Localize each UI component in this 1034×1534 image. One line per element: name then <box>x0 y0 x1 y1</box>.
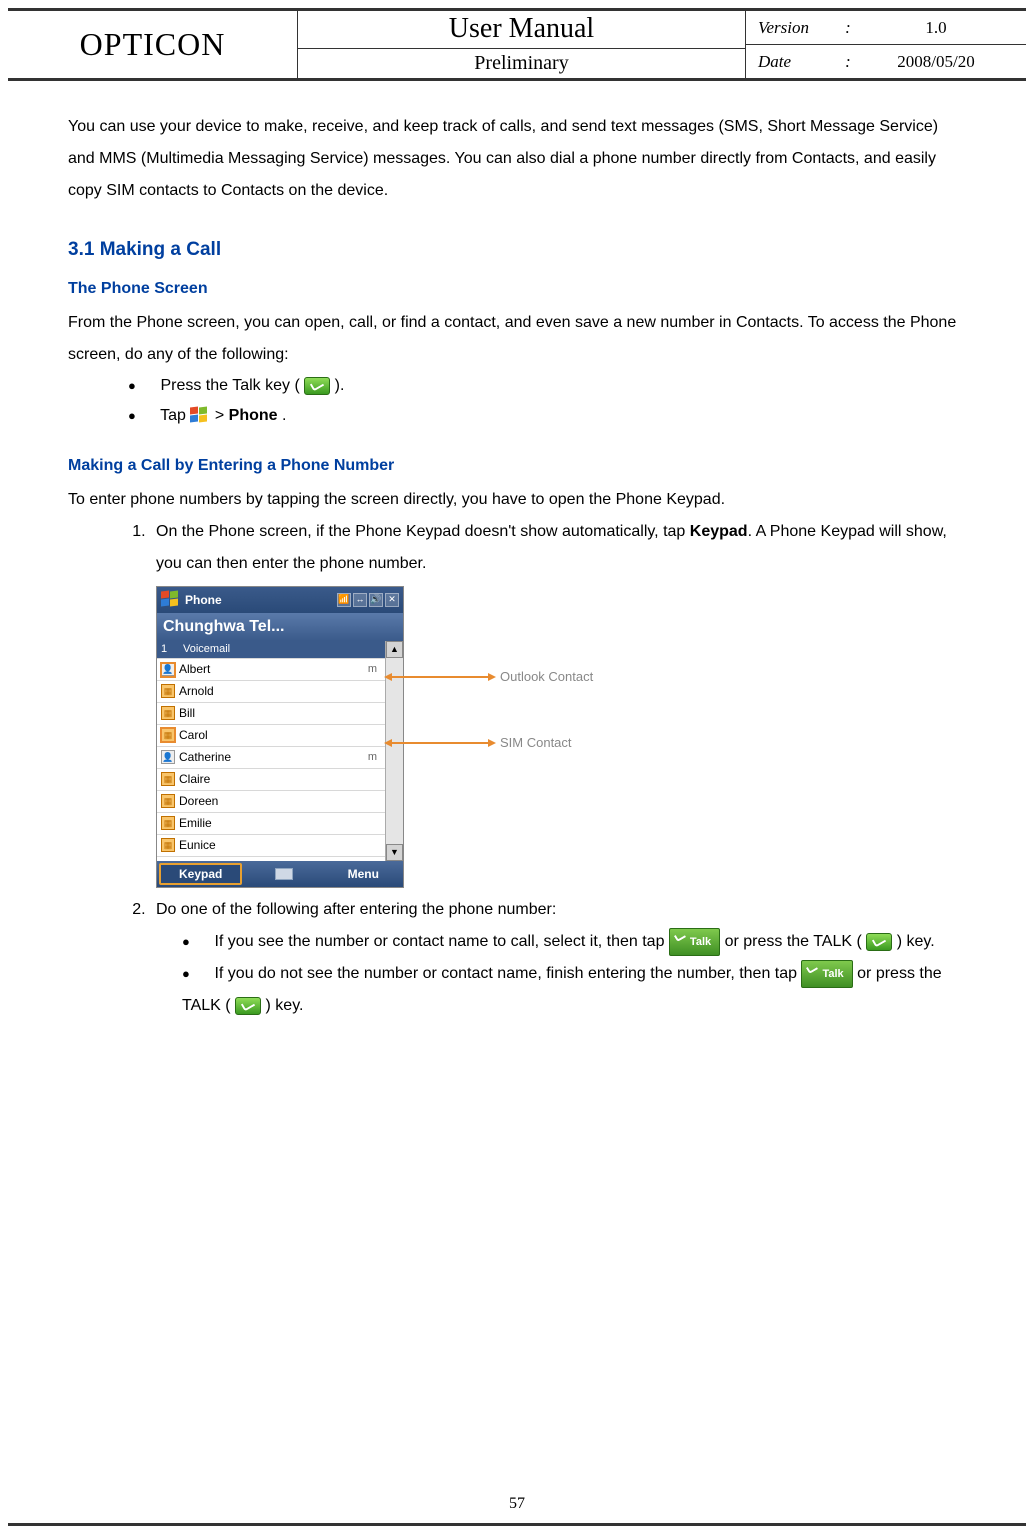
bullet-press-talk: Press the Talk key ( ). <box>128 371 966 401</box>
page-number: 57 <box>8 1495 1026 1513</box>
brand: OPTICON <box>8 11 298 78</box>
contact-list[interactable]: 1 Voicemail 👤Albertm ▦Arnold ▦Bill ▦Caro… <box>157 641 385 861</box>
softkey-menu[interactable]: Menu <box>324 861 403 887</box>
annotation-outlook: Outlook Contact <box>384 664 593 690</box>
list-item[interactable]: 👤Catherinem <box>157 747 385 769</box>
sim-contact-icon: ▦ <box>161 728 175 742</box>
scroll-down-icon[interactable]: ▼ <box>386 844 403 861</box>
outlook-contact-icon: 👤 <box>161 750 175 764</box>
scroll-up-icon[interactable]: ▲ <box>386 641 403 658</box>
sim-contact-icon: ▦ <box>161 706 175 720</box>
intro-paragraph: You can use your device to make, receive… <box>68 111 966 207</box>
arrow-right-icon <box>488 739 496 747</box>
step-2-bullet-1: If you see the number or contact name to… <box>182 926 966 958</box>
sim-contact-icon: ▦ <box>161 816 175 830</box>
list-item[interactable]: ▦Eunice <box>157 835 385 857</box>
date-value: 2008/05/20 <box>858 52 1014 72</box>
keyboard-icon <box>275 868 293 880</box>
talk-button-icon: Talk <box>801 960 852 988</box>
subsection-making-call-number: Making a Call by Entering a Phone Number <box>68 450 966 482</box>
making-call-intro: To enter phone numbers by tapping the sc… <box>68 484 966 516</box>
talk-key-icon <box>235 997 261 1015</box>
sim-contact-icon: ▦ <box>161 772 175 786</box>
talk-button-icon: Talk <box>669 928 720 956</box>
talk-key-icon <box>866 933 892 951</box>
phone-screen-text: From the Phone screen, you can open, cal… <box>68 307 966 371</box>
network-icon: ↔ <box>353 593 367 607</box>
signal-icon: 📶 <box>337 593 351 607</box>
app-title: Phone <box>185 593 333 607</box>
list-item[interactable]: ▦Bill <box>157 703 385 725</box>
doc-title: User Manual <box>298 11 745 49</box>
softkey-keyboard-icon[interactable] <box>244 861 323 887</box>
subsection-phone-screen: The Phone Screen <box>68 273 966 305</box>
document-header: OPTICON User Manual Preliminary Version … <box>8 11 1026 81</box>
volume-icon: 🔊 <box>369 593 383 607</box>
version-value: 1.0 <box>858 18 1014 38</box>
list-item[interactable]: ▦Doreen <box>157 791 385 813</box>
version-label: Version <box>758 18 838 38</box>
list-item[interactable]: ▦Claire <box>157 769 385 791</box>
arrow-right-icon <box>488 673 496 681</box>
list-item[interactable]: 👤Albertm <box>157 659 385 681</box>
sim-contact-icon: ▦ <box>161 794 175 808</box>
annotation-sim: SIM Contact <box>384 730 572 756</box>
phone-title-bar: Phone 📶 ↔ 🔊 ✕ <box>157 587 403 613</box>
windows-start-icon <box>190 407 210 425</box>
step-1: On the Phone screen, if the Phone Keypad… <box>150 516 966 888</box>
sim-contact-icon: ▦ <box>161 684 175 698</box>
list-item[interactable]: ▦Arnold <box>157 681 385 703</box>
step-2: Do one of the following after entering t… <box>150 894 966 1022</box>
doc-subtitle: Preliminary <box>298 49 745 78</box>
outlook-contact-icon: 👤 <box>161 662 175 676</box>
bullet-tap-phone: Tap > Phone . <box>128 401 966 431</box>
talk-key-icon <box>304 377 330 395</box>
list-item[interactable]: ▦Emilie <box>157 813 385 835</box>
date-label: Date <box>758 52 838 72</box>
list-item[interactable]: ▦Carol <box>157 725 385 747</box>
softkey-keypad[interactable]: Keypad <box>159 863 242 885</box>
list-header-voicemail[interactable]: 1 Voicemail <box>157 641 385 659</box>
section-heading-3-1: 3.1 Making a Call <box>68 231 966 269</box>
step-2-bullet-2: If you do not see the number or contact … <box>182 958 966 1022</box>
start-icon[interactable] <box>161 591 181 609</box>
phone-screenshot: Phone 📶 ↔ 🔊 ✕ Chunghwa Tel... <box>156 586 404 888</box>
carrier-label: Chunghwa Tel... <box>157 613 403 641</box>
close-icon[interactable]: ✕ <box>385 593 399 607</box>
sim-contact-icon: ▦ <box>161 838 175 852</box>
